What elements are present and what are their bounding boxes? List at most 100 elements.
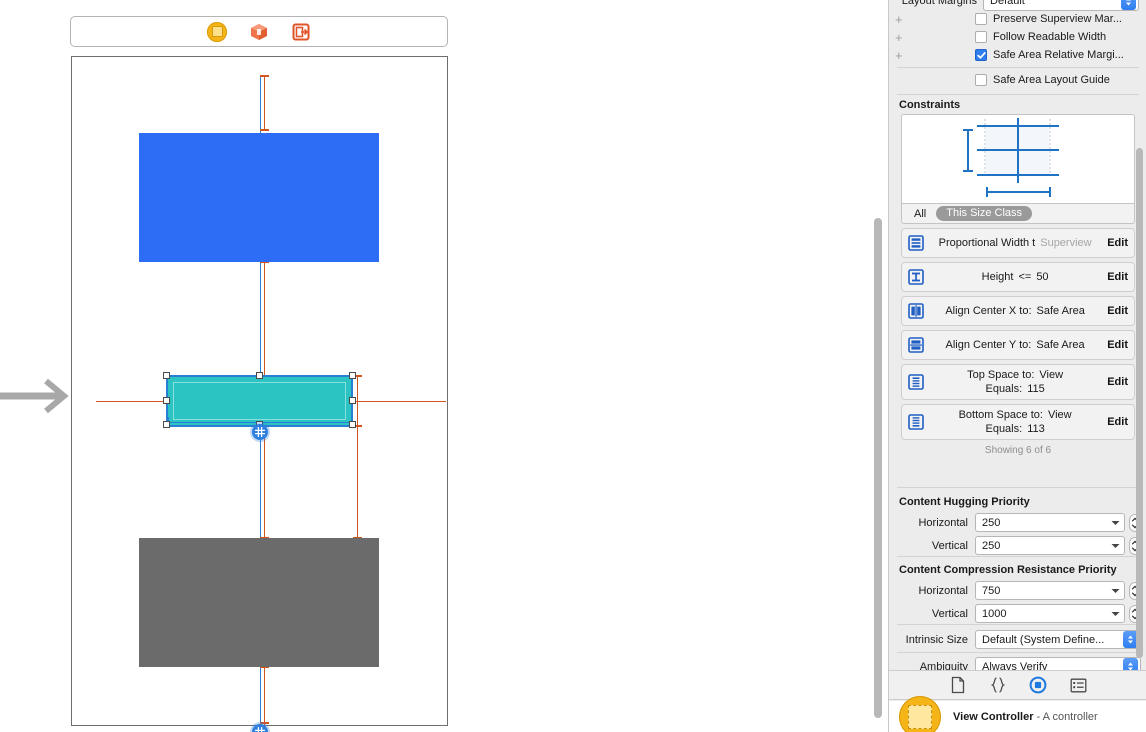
constraint-row-height[interactable]: Height <= 50 Edit <box>901 262 1135 292</box>
safe-area-layout-guide-label: Safe Area Layout Guide <box>993 74 1110 86</box>
constraint-row-align-center-x[interactable]: Align Center X to: Safe Area Edit <box>901 296 1135 326</box>
selected-view-inner-outline <box>173 382 346 420</box>
add-variation-icon[interactable]: + <box>889 13 907 26</box>
ambiguity-row[interactable]: Ambiguity Always Verify <box>889 655 1146 670</box>
resize-handle-middle-right[interactable] <box>349 397 356 404</box>
add-variation-icon[interactable]: + <box>889 31 907 44</box>
resize-handle-bottom-left[interactable] <box>163 421 170 428</box>
ambiguity-value: Always Verify <box>982 660 1048 671</box>
divider <box>897 67 1139 68</box>
canvas-vertical-scrollbar[interactable] <box>874 218 882 718</box>
hugging-vertical-combo[interactable]: 250 <box>975 536 1125 555</box>
exit-icon[interactable] <box>291 22 311 42</box>
hugging-horizontal-row[interactable]: Horizontal 250 <box>889 511 1146 534</box>
constraint-grip-badge[interactable] <box>252 424 268 440</box>
constraint-text: Proportional Width t Superview <box>927 233 1103 253</box>
constraint-text: Bottom Space to: View Equals: 113 <box>927 405 1103 439</box>
add-variation-icon[interactable]: + <box>889 49 907 62</box>
selected-teal-view[interactable] <box>166 375 353 427</box>
scope-this-size-class-option[interactable]: This Size Class <box>936 206 1033 221</box>
top-space-constraint-line <box>264 262 265 376</box>
chevron-updown-icon[interactable] <box>1123 658 1138 670</box>
constraint-label: Align Center X to: <box>945 305 1032 317</box>
safe-area-relative-margins-checkbox[interactable] <box>975 49 987 61</box>
resize-handle-middle-left[interactable] <box>163 397 170 404</box>
compression-horizontal-row[interactable]: Horizontal 750 <box>889 579 1146 602</box>
constraint-label: Top Space to: <box>967 369 1035 381</box>
compression-vertical-row[interactable]: Vertical 1000 <box>889 602 1146 625</box>
view-controller-icon[interactable] <box>207 21 227 42</box>
scope-all-option[interactable]: All <box>914 208 926 220</box>
align-center-y-icon <box>907 336 925 354</box>
safe-area-relative-margins-label: Safe Area Relative Margi... <box>993 49 1124 61</box>
chevron-down-icon[interactable] <box>1111 585 1120 597</box>
checkbox-row-safe-area-layout-guide[interactable]: Safe Area Layout Guide <box>889 71 1146 89</box>
checkbox-row-preserve-superview-margins[interactable]: + Preserve Superview Mar... <box>889 10 1146 28</box>
intrinsic-size-section: Intrinsic Size Default (System Define...… <box>889 624 1146 670</box>
compression-vertical-combo[interactable]: 1000 <box>975 604 1125 623</box>
constraint-value: Safe Area <box>1036 339 1085 351</box>
compression-horizontal-combo[interactable]: 750 <box>975 581 1125 600</box>
chevron-down-icon[interactable] <box>1111 540 1120 552</box>
constraints-diagram[interactable] <box>901 114 1135 204</box>
library-item-view-controller[interactable]: View Controller - A controller <box>889 695 1146 732</box>
constraint-row-top-space[interactable]: Top Space to: View Equals: 115 Edit <box>901 364 1135 400</box>
top-constraint-line-upper <box>264 75 265 131</box>
edit-button[interactable]: Edit <box>1103 339 1128 351</box>
edit-button[interactable]: Edit <box>1103 305 1128 317</box>
edit-button[interactable]: Edit <box>1103 416 1128 428</box>
resize-handle-top-center[interactable] <box>256 372 263 379</box>
constraint-row-proportional-width[interactable]: Proportional Width t Superview Edit <box>901 228 1135 258</box>
resize-handle-top-left[interactable] <box>163 372 170 379</box>
intrinsic-size-row[interactable]: Intrinsic Size Default (System Define... <box>889 628 1146 651</box>
constraints-scope-selector[interactable]: All This Size Class <box>901 204 1135 224</box>
braces-icon[interactable] <box>989 676 1007 694</box>
chevron-down-icon[interactable] <box>1111 608 1120 620</box>
first-responder-icon[interactable] <box>249 22 269 42</box>
constraint-target: View <box>1039 369 1064 381</box>
resize-handle-bottom-right[interactable] <box>349 421 356 428</box>
edit-button[interactable]: Edit <box>1103 271 1128 283</box>
preserve-superview-margins-checkbox[interactable] <box>975 13 987 25</box>
inspector-scroll-area[interactable]: Layout Margins Default + Preserve Superv… <box>889 0 1146 670</box>
compression-resistance-title: Content Compression Resistance Priority <box>899 564 1117 576</box>
edit-button[interactable]: Edit <box>1103 237 1128 249</box>
storyboard-canvas[interactable] <box>0 0 888 732</box>
list-icon[interactable] <box>1069 676 1087 694</box>
constraint-text: Height <= 50 <box>927 267 1103 287</box>
inspector-vertical-scrollbar[interactable] <box>1136 148 1143 658</box>
chevron-updown-icon[interactable] <box>1121 0 1136 10</box>
hugging-vertical-label: Vertical <box>931 539 968 552</box>
constraints-section: Constraints All This Size Class Proporti… <box>889 95 1146 458</box>
constraint-cap <box>260 129 269 131</box>
library-item-title: View Controller <box>953 710 1034 723</box>
constraint-row-bottom-space[interactable]: Bottom Space to: View Equals: 113 Edit <box>901 404 1135 440</box>
resize-handle-top-right[interactable] <box>349 372 356 379</box>
ambiguity-popup[interactable]: Always Verify <box>975 657 1141 670</box>
edit-button[interactable]: Edit <box>1103 376 1128 388</box>
gray-view[interactable] <box>139 538 379 667</box>
checkbox-row-follow-readable-width[interactable]: + Follow Readable Width <box>889 28 1146 46</box>
chevron-down-icon[interactable] <box>1111 517 1120 529</box>
ambiguity-label: Ambiguity <box>919 660 968 671</box>
storyboard-entry-point-arrow[interactable] <box>0 372 72 420</box>
blue-view[interactable] <box>139 133 379 262</box>
library-tab-strip[interactable] <box>889 670 1146 700</box>
hugging-vertical-row[interactable]: Vertical 250 <box>889 534 1146 557</box>
follow-readable-width-checkbox[interactable] <box>975 31 987 43</box>
bottom-space-icon <box>907 413 925 431</box>
scene-dock[interactable] <box>70 16 448 47</box>
hugging-horizontal-label: Horizontal <box>918 516 968 529</box>
constraint-row-align-center-y[interactable]: Align Center Y to: Safe Area Edit <box>901 330 1135 360</box>
library-item-description: - A controller <box>1036 710 1098 723</box>
document-icon[interactable] <box>949 676 967 694</box>
attributes-inspector-panel: Layout Margins Default + Preserve Superv… <box>888 0 1146 732</box>
intrinsic-size-popup[interactable]: Default (System Define... <box>975 630 1141 649</box>
target-circle-icon[interactable] <box>1029 676 1047 694</box>
layout-margins-value: Default <box>990 0 1025 7</box>
hugging-horizontal-combo[interactable]: 250 <box>975 513 1125 532</box>
safe-area-layout-guide-checkbox[interactable] <box>975 74 987 86</box>
checkbox-row-safe-area-relative-margins[interactable]: + Safe Area Relative Margi... <box>889 46 1146 64</box>
divider <box>897 556 1139 557</box>
layout-margins-popup[interactable]: Default <box>983 0 1139 11</box>
